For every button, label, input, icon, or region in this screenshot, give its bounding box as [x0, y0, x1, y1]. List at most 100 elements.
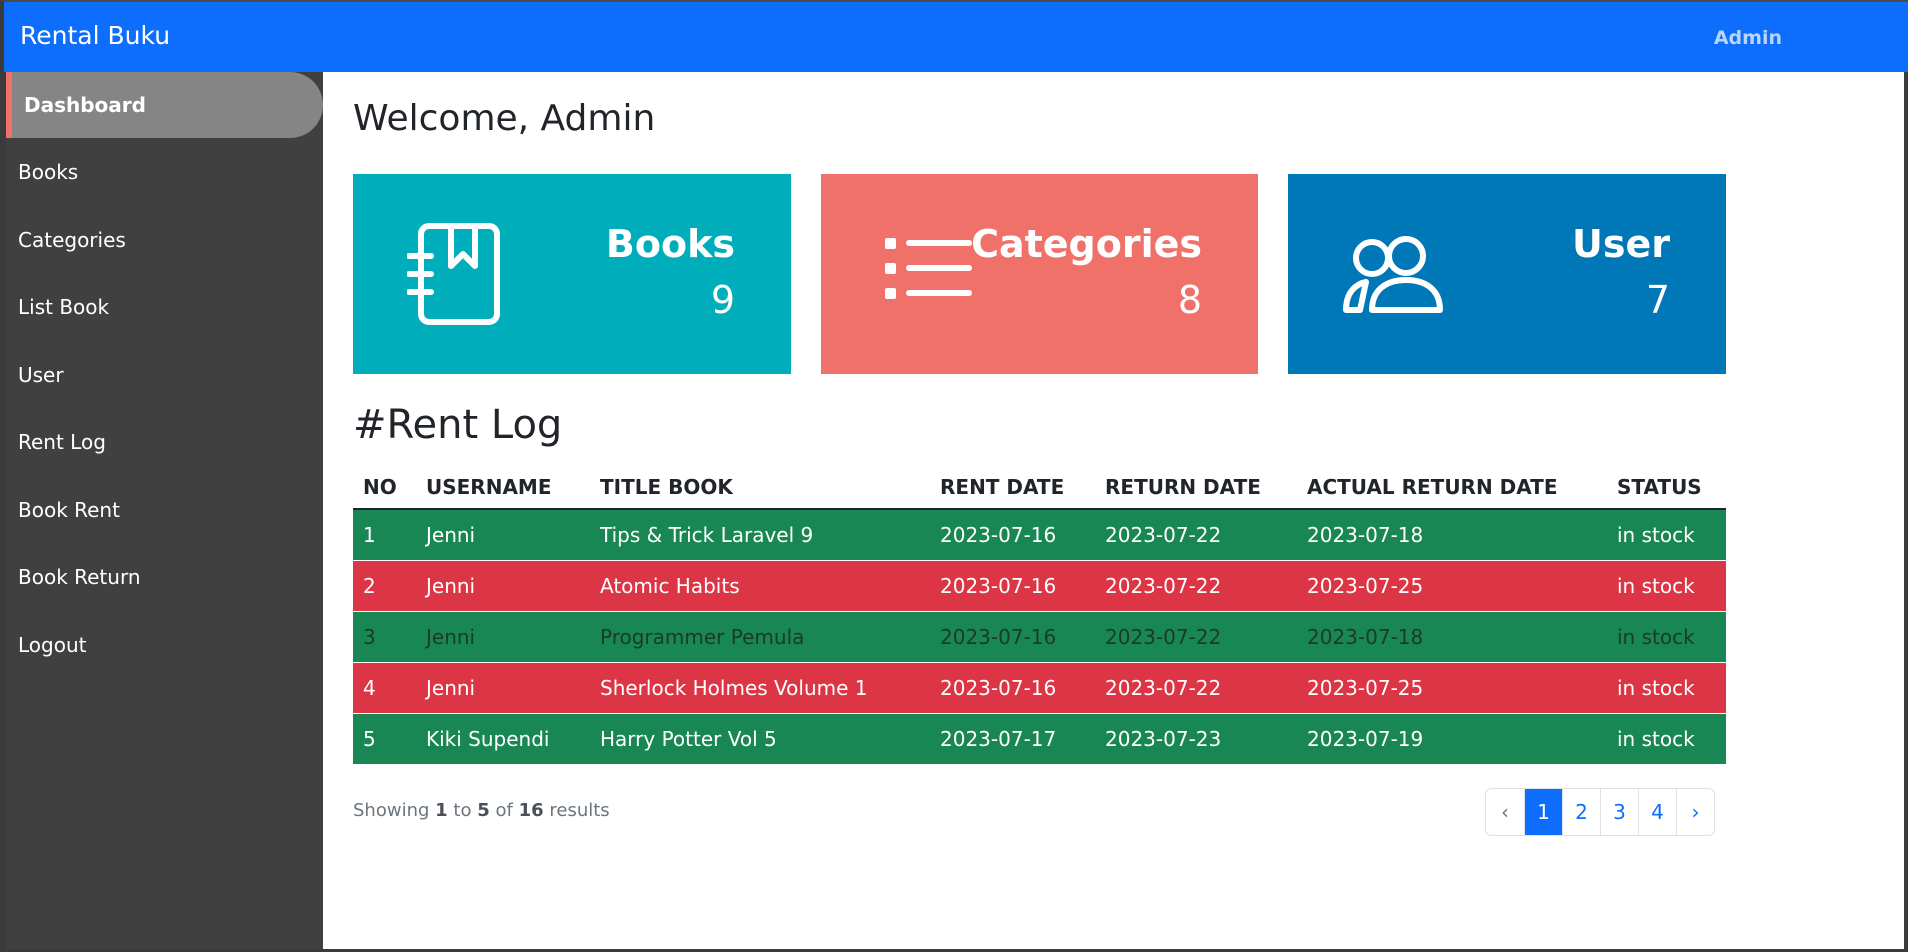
cell-username: Kiki Supendi — [416, 713, 590, 765]
showing-to: 5 — [477, 800, 490, 821]
top-navbar: Rental Buku Admin — [0, 0, 1908, 72]
showing-prefix: Showing — [353, 800, 430, 821]
sidebar-item-list-book[interactable]: List Book — [6, 274, 323, 340]
cell-username: Jenni — [416, 509, 590, 561]
sidebar-item-label: Book Rent — [18, 498, 120, 522]
table-row: 1 Jenni Tips & Trick Laravel 9 2023-07-1… — [353, 509, 1726, 561]
users-card: User 7 — [1288, 174, 1726, 374]
cell-username: Jenni — [416, 560, 590, 612]
cell-no: 1 — [353, 509, 416, 561]
cell-no: 5 — [353, 713, 416, 765]
showing-from: 1 — [435, 800, 448, 821]
sidebar: Dashboard Books Categories List Book Use… — [0, 72, 323, 952]
rent-log-title: #Rent Log — [353, 402, 563, 448]
sidebar-item-label: List Book — [18, 295, 110, 319]
pagination-next-button[interactable]: › — [1676, 789, 1714, 835]
cell-status: in stock — [1607, 560, 1726, 612]
cell-no: 4 — [353, 662, 416, 714]
categories-card: Categories 8 — [821, 174, 1258, 374]
cell-return-date: 2023-07-22 — [1095, 611, 1297, 663]
pagination-page-2[interactable]: 2 — [1562, 789, 1600, 835]
cell-rent-date: 2023-07-17 — [930, 713, 1095, 765]
card-title: Books — [605, 222, 735, 266]
column-header: TITLE BOOK — [590, 466, 930, 510]
sidebar-item-rent-log[interactable]: Rent Log — [6, 409, 323, 475]
cell-rent-date: 2023-07-16 — [930, 509, 1095, 561]
column-header: NO — [353, 466, 416, 510]
column-header: STATUS — [1607, 466, 1726, 510]
card-count: 9 — [710, 278, 735, 322]
sidebar-item-user[interactable]: User — [6, 342, 323, 408]
cell-no: 2 — [353, 560, 416, 612]
cell-title: Sherlock Holmes Volume 1 — [590, 662, 930, 714]
column-header: RENT DATE — [930, 466, 1095, 510]
cell-username: Jenni — [416, 611, 590, 663]
users-icon — [1343, 236, 1443, 313]
pagination-page-3[interactable]: 3 — [1600, 789, 1638, 835]
table-row: 2 Jenni Atomic Habits 2023-07-16 2023-07… — [353, 560, 1726, 612]
table-row: 4 Jenni Sherlock Holmes Volume 1 2023-07… — [353, 662, 1726, 714]
cell-return-date: 2023-07-22 — [1095, 560, 1297, 612]
sidebar-item-label: Book Return — [18, 565, 141, 589]
card-count: 7 — [1645, 278, 1670, 322]
cell-rent-date: 2023-07-16 — [930, 662, 1095, 714]
cell-title: Tips & Trick Laravel 9 — [590, 509, 930, 561]
rent-log-table: NO USERNAME TITLE BOOK RENT DATE RETURN … — [353, 466, 1726, 765]
cell-return-date: 2023-07-22 — [1095, 662, 1297, 714]
cell-actual-return-date: 2023-07-18 — [1297, 611, 1607, 663]
sidebar-item-book-return[interactable]: Book Return — [6, 544, 323, 610]
column-header: ACTUAL RETURN DATE — [1297, 466, 1607, 510]
user-menu-link[interactable]: Admin — [1714, 27, 1782, 49]
table-header-row: NO USERNAME TITLE BOOK RENT DATE RETURN … — [353, 466, 1726, 510]
cell-status: in stock — [1607, 611, 1726, 663]
column-header: USERNAME — [416, 466, 590, 510]
cell-title: Atomic Habits — [590, 560, 930, 612]
page-title: Welcome, Admin — [353, 98, 656, 139]
cell-status: in stock — [1607, 662, 1726, 714]
sidebar-item-label: Categories — [18, 228, 126, 252]
cell-status: in stock — [1607, 509, 1726, 561]
cell-actual-return-date: 2023-07-19 — [1297, 713, 1607, 765]
books-card: Books 9 — [353, 174, 791, 374]
cell-return-date: 2023-07-23 — [1095, 713, 1297, 765]
cell-status: in stock — [1607, 713, 1726, 765]
cell-rent-date: 2023-07-16 — [930, 560, 1095, 612]
sidebar-item-logout[interactable]: Logout — [6, 612, 323, 678]
list-icon — [885, 238, 972, 299]
brand-title[interactable]: Rental Buku — [20, 21, 170, 50]
sidebar-item-categories[interactable]: Categories — [6, 207, 323, 273]
cell-title: Programmer Pemula — [590, 611, 930, 663]
sidebar-item-label: Rent Log — [18, 430, 106, 454]
table-row: 5 Kiki Supendi Harry Potter Vol 5 2023-0… — [353, 713, 1726, 765]
showing-suffix: results — [549, 800, 610, 821]
cell-actual-return-date: 2023-07-18 — [1297, 509, 1607, 561]
cell-username: Jenni — [416, 662, 590, 714]
column-header: RETURN DATE — [1095, 466, 1297, 510]
cell-actual-return-date: 2023-07-25 — [1297, 662, 1607, 714]
cell-actual-return-date: 2023-07-25 — [1297, 560, 1607, 612]
cell-title: Harry Potter Vol 5 — [590, 713, 930, 765]
window-edge — [1904, 72, 1908, 952]
sidebar-item-label: Dashboard — [24, 93, 146, 117]
showing-to-word: to — [453, 800, 472, 821]
card-title: Categories — [971, 222, 1202, 266]
sidebar-item-dashboard[interactable]: Dashboard — [6, 72, 323, 138]
sidebar-item-book-rent[interactable]: Book Rent — [6, 477, 323, 543]
cell-return-date: 2023-07-22 — [1095, 509, 1297, 561]
pagination-page-1[interactable]: 1 — [1524, 789, 1562, 835]
sidebar-item-label: Logout — [18, 633, 87, 657]
showing-total: 16 — [518, 800, 544, 821]
book-icon — [407, 223, 500, 325]
sidebar-item-label: User — [18, 363, 64, 387]
results-summary: Showing 1 to 5 of 16 results — [353, 800, 610, 821]
sidebar-item-books[interactable]: Books — [6, 139, 323, 205]
table-row: 3 Jenni Programmer Pemula 2023-07-16 202… — [353, 611, 1726, 663]
sidebar-item-label: Books — [18, 160, 79, 184]
pagination-page-4[interactable]: 4 — [1638, 789, 1676, 835]
showing-of-word: of — [495, 800, 513, 821]
cell-rent-date: 2023-07-16 — [930, 611, 1095, 663]
cell-no: 3 — [353, 611, 416, 663]
pagination: ‹ 1 2 3 4 › — [1485, 788, 1715, 836]
card-title: User — [1572, 222, 1670, 266]
pagination-prev-button[interactable]: ‹ — [1486, 789, 1524, 835]
